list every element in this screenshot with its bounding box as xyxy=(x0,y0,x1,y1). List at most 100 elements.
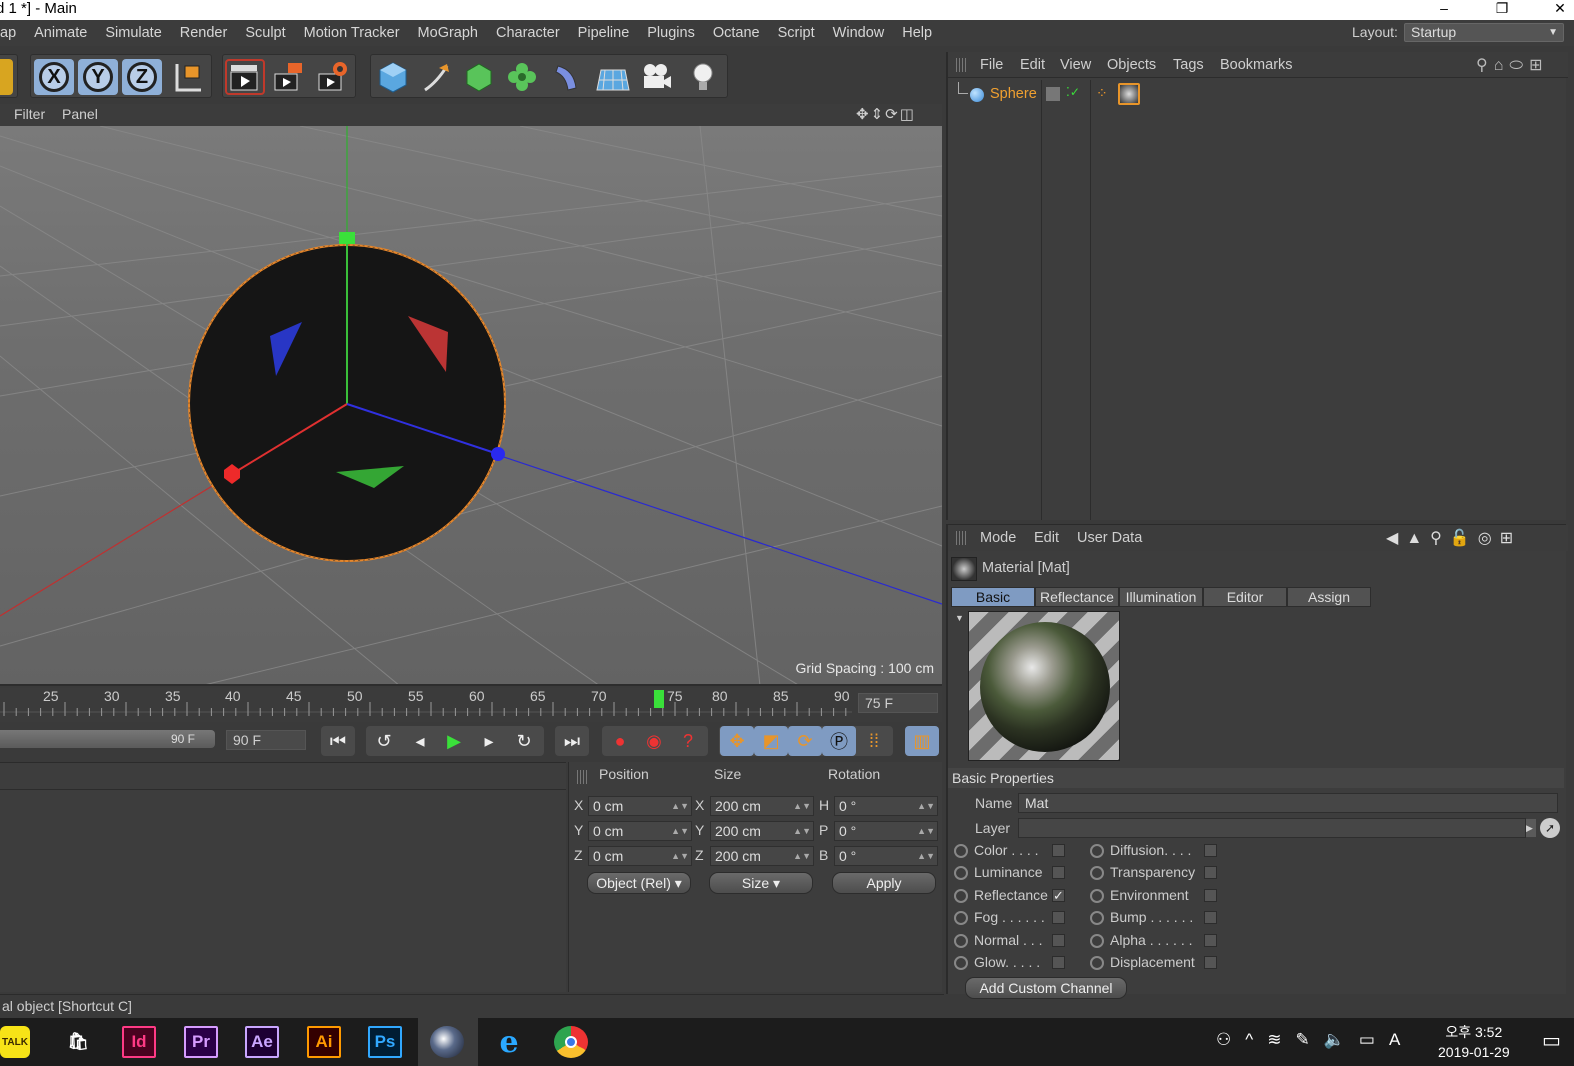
displacement-channel-radio[interactable] xyxy=(1090,956,1104,970)
photoshop-taskbar-icon[interactable]: Ps xyxy=(368,1026,402,1058)
lock-icon[interactable]: 🔓 xyxy=(1450,530,1478,547)
minimize-button[interactable]: – xyxy=(1432,0,1456,18)
maximize-view-icon[interactable]: ◫ xyxy=(900,106,916,123)
normal-channel-checkbox[interactable] xyxy=(1052,934,1065,947)
rot-h-field[interactable]: 0 ° ▲▼ xyxy=(834,796,938,816)
next-key-button[interactable]: ↻ xyxy=(507,726,541,756)
pos-z-field[interactable]: 0 cm ▲▼ xyxy=(588,846,692,866)
menu-item-script[interactable]: Script xyxy=(769,25,824,41)
kakaotalk-taskbar-icon[interactable]: TALK xyxy=(0,1026,30,1058)
wifi-icon[interactable]: ≋ xyxy=(1267,1030,1295,1049)
menu-item[interactable]: ap xyxy=(0,25,25,41)
restore-button[interactable]: ❐ xyxy=(1490,0,1514,18)
timeline-ruler[interactable]: 25 30 35 40 45 50 55 60 65 70 75 80 85 9… xyxy=(0,688,942,722)
spinner-icon[interactable]: ▲▼ xyxy=(671,797,689,815)
y-axis-handle[interactable] xyxy=(339,232,355,244)
y-axis-lock-button[interactable]: Y xyxy=(78,59,118,95)
reflectance-channel-checkbox[interactable]: ✓ xyxy=(1052,889,1065,902)
menu-item-mograph[interactable]: MoGraph xyxy=(409,25,487,41)
current-frame-field[interactable]: 75 F xyxy=(858,693,938,713)
3d-viewport[interactable]: Grid Spacing : 100 cm xyxy=(0,126,942,686)
zoom-view-icon[interactable]: ⇕ xyxy=(871,106,886,123)
preview-range-slider[interactable]: 90 F xyxy=(0,730,215,748)
om-menu-edit[interactable]: Edit xyxy=(1020,57,1045,73)
x-axis-lock-button[interactable]: X xyxy=(34,59,74,95)
tool-partial-icon[interactable] xyxy=(0,59,13,95)
rotation-track-button[interactable]: ⟳ xyxy=(788,726,822,756)
volume-icon[interactable]: 🔈 xyxy=(1324,1030,1359,1049)
luminance-channel-radio[interactable] xyxy=(954,866,968,880)
spinner-icon[interactable]: ▲▼ xyxy=(671,847,689,865)
layout-select[interactable]: Startup ▼ xyxy=(1404,23,1564,42)
camera-button[interactable] xyxy=(637,59,677,95)
search-icon[interactable]: ⚲ xyxy=(1476,57,1494,74)
move-view-icon[interactable]: ✥ xyxy=(856,106,871,123)
chrome-taskbar-icon[interactable] xyxy=(554,1026,588,1058)
rotate-view-icon[interactable]: ⟳ xyxy=(885,106,900,123)
after-effects-taskbar-icon[interactable]: Ae xyxy=(245,1026,279,1058)
spinner-icon[interactable]: ▲▼ xyxy=(793,822,811,840)
up-arrow-icon[interactable]: ▲ xyxy=(1406,530,1430,547)
go-to-end-button[interactable]: ⏭ xyxy=(555,726,589,756)
menu-item-animate[interactable]: Animate xyxy=(25,25,96,41)
fog-channel-radio[interactable] xyxy=(954,911,968,925)
chevron-up-icon[interactable]: ^ xyxy=(1245,1030,1267,1049)
panel-grip-icon[interactable] xyxy=(577,770,589,784)
transparency-channel-checkbox[interactable] xyxy=(1204,866,1217,879)
scale-track-button[interactable]: ◩ xyxy=(754,726,788,756)
size-mode-dropdown[interactable]: Size ▾ xyxy=(709,872,813,894)
ime-indicator[interactable]: A xyxy=(1389,1030,1414,1049)
object-name-sphere[interactable]: Sphere xyxy=(990,86,1037,102)
light-button[interactable] xyxy=(683,59,723,95)
size-x-field[interactable]: 200 cm ▲▼ xyxy=(710,796,814,816)
normal-channel-radio[interactable] xyxy=(954,934,968,948)
panel-grip-icon[interactable] xyxy=(956,58,968,72)
rot-p-field[interactable]: 0 ° ▲▼ xyxy=(834,821,938,841)
om-menu-view[interactable]: View xyxy=(1060,57,1091,73)
record-active-objects-button[interactable]: ● xyxy=(603,726,637,756)
tab-illumination[interactable]: Illumination xyxy=(1119,587,1203,607)
target-icon[interactable]: ◎ xyxy=(1478,530,1500,547)
layer-icon[interactable]: ⬭ xyxy=(1509,57,1529,74)
spinner-icon[interactable]: ▲▼ xyxy=(917,797,935,815)
spinner-icon[interactable]: ▲▼ xyxy=(917,847,935,865)
back-arrow-icon[interactable]: ◀ xyxy=(1386,530,1406,547)
pen-tray-icon[interactable]: ✎ xyxy=(1295,1030,1323,1049)
parameter-track-button[interactable]: Ⓟ xyxy=(822,726,856,756)
illustrator-taskbar-icon[interactable]: Ai xyxy=(307,1026,341,1058)
add-custom-channel-button[interactable]: Add Custom Channel xyxy=(965,977,1127,999)
autokeying-button[interactable]: ◉ xyxy=(637,726,671,756)
pos-x-field[interactable]: 0 cm ▲▼ xyxy=(588,796,692,816)
battery-icon[interactable]: ▭ xyxy=(1359,1030,1389,1049)
playhead-marker[interactable] xyxy=(654,690,664,708)
material-tag-icon[interactable] xyxy=(1118,83,1140,105)
menu-item-render[interactable]: Render xyxy=(171,25,237,41)
menu-item-octane[interactable]: Octane xyxy=(704,25,769,41)
alpha-channel-checkbox[interactable] xyxy=(1204,934,1217,947)
am-menu-user-data[interactable]: User Data xyxy=(1077,530,1142,546)
phong-tag-icon[interactable]: ⁘ xyxy=(1096,85,1112,103)
render-settings-button[interactable] xyxy=(313,59,353,95)
menu-item-window[interactable]: Window xyxy=(824,25,894,41)
luminance-channel-checkbox[interactable] xyxy=(1052,866,1065,879)
viewport-menu-filter[interactable]: Filter xyxy=(14,106,45,122)
glow-channel-radio[interactable] xyxy=(954,956,968,970)
tab-editor[interactable]: Editor xyxy=(1203,587,1287,607)
panel-grip-icon[interactable] xyxy=(956,531,968,545)
color-channel-radio[interactable] xyxy=(954,844,968,858)
point-level-track-button[interactable]: ⁞⁞ xyxy=(857,726,891,756)
search-icon[interactable]: ⚲ xyxy=(1430,530,1450,547)
material-preview[interactable] xyxy=(968,611,1120,761)
edge-taskbar-icon[interactable]: e xyxy=(492,1025,526,1060)
fog-channel-checkbox[interactable] xyxy=(1052,911,1065,924)
om-menu-file[interactable]: File xyxy=(980,57,1003,73)
premiere-taskbar-icon[interactable]: Pr xyxy=(184,1026,218,1058)
coordinate-mode-dropdown[interactable]: Object (Rel) ▾ xyxy=(587,872,691,894)
cloner-button[interactable] xyxy=(502,59,542,95)
new-panel-icon[interactable]: ⊞ xyxy=(1500,530,1521,547)
menu-item-simulate[interactable]: Simulate xyxy=(96,25,170,41)
subdivision-surface-button[interactable] xyxy=(459,59,499,95)
size-y-field[interactable]: 200 cm ▲▼ xyxy=(710,821,814,841)
home-icon[interactable]: ⌂ xyxy=(1494,57,1510,74)
deformer-button[interactable] xyxy=(547,59,587,95)
